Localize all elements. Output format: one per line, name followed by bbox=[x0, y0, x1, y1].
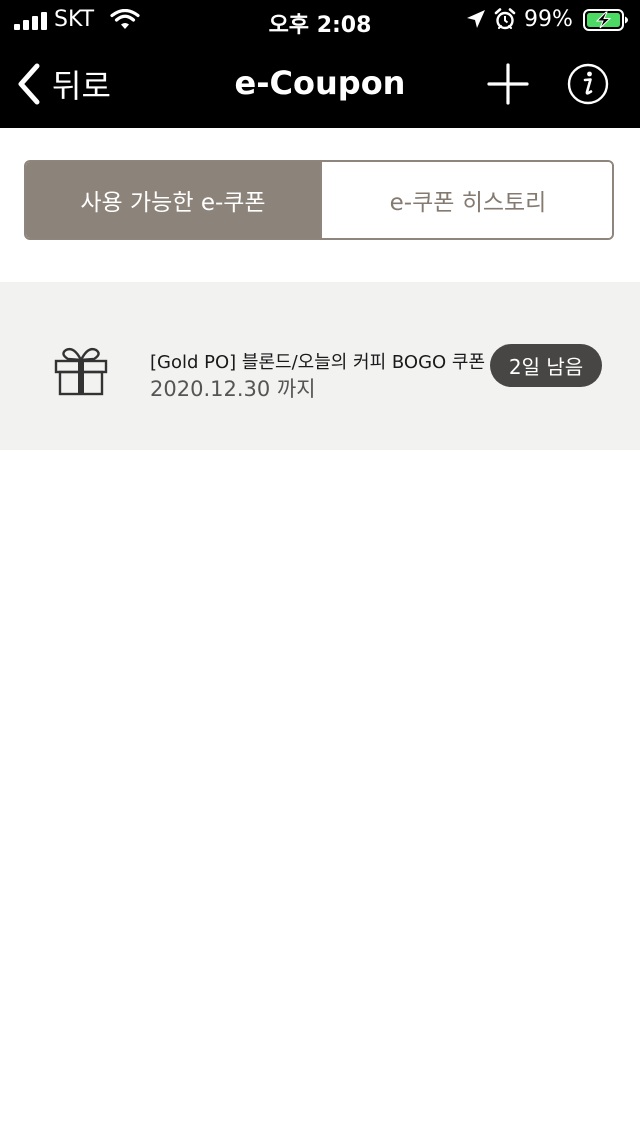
coupon-expiry: 2020.12.30 까지 bbox=[150, 377, 316, 401]
coupon-item[interactable]: [Gold PO] 블론드/오늘의 커피 BOGO 쿠폰 2020.12.30 … bbox=[0, 282, 640, 450]
location-icon bbox=[467, 10, 485, 28]
plus-icon[interactable] bbox=[486, 62, 530, 106]
coupon-title: [Gold PO] 블론드/오늘의 커피 BOGO 쿠폰 bbox=[150, 352, 486, 373]
alarm-icon bbox=[494, 8, 516, 30]
battery-percent: 99% bbox=[524, 7, 573, 32]
tab-available-coupons[interactable]: 사용 가능한 e-쿠폰 bbox=[26, 162, 320, 238]
days-remaining-badge: 2일 남음 bbox=[490, 344, 602, 387]
gift-icon bbox=[54, 347, 108, 396]
tab-coupon-history[interactable]: e-쿠폰 히스토리 bbox=[320, 162, 612, 238]
battery-charging-icon bbox=[583, 9, 628, 31]
info-icon[interactable] bbox=[567, 63, 609, 105]
top-bar: SKT 오후 2:08 99% 뒤로 e-Coupon bbox=[0, 0, 640, 128]
page-title: e-Coupon bbox=[234, 64, 406, 102]
coupon-list: [Gold PO] 블론드/오늘의 커피 BOGO 쿠폰 2020.12.30 … bbox=[0, 282, 640, 450]
status-bar: SKT 오후 2:08 99% bbox=[0, 0, 640, 40]
coupon-tabs: 사용 가능한 e-쿠폰 e-쿠폰 히스토리 bbox=[24, 160, 614, 240]
